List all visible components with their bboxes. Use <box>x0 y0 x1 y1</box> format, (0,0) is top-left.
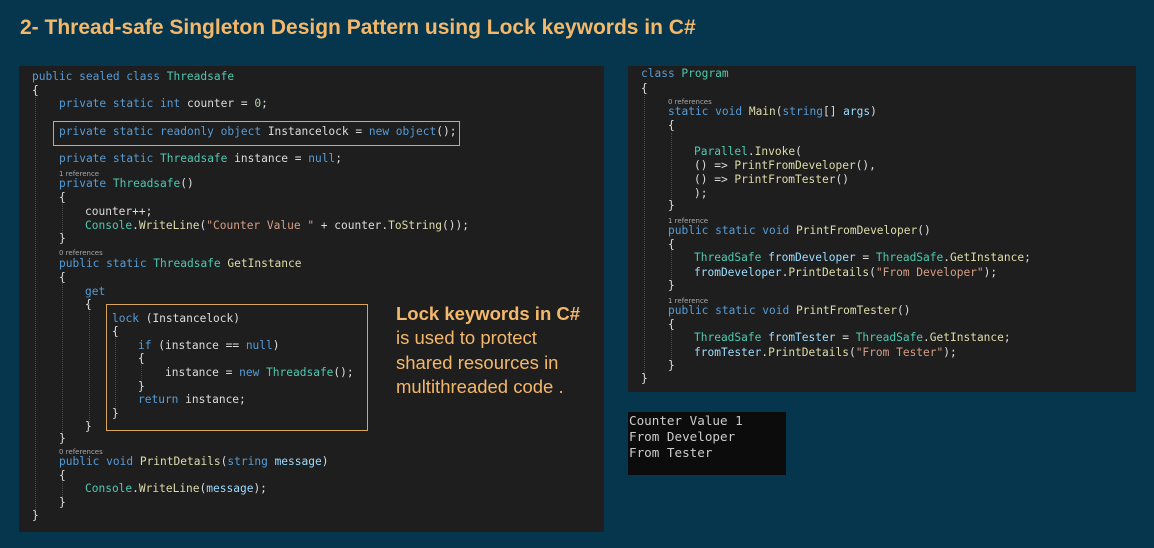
code-line: } <box>112 407 119 420</box>
code-line: () => PrintFromTester() <box>694 173 849 186</box>
code-line: public void PrintDetails(string message) <box>59 455 329 468</box>
code-line: { <box>112 325 119 338</box>
code-line: { <box>668 238 675 251</box>
code-line: public static void PrintFromTester() <box>668 304 911 317</box>
code-line: public sealed class Threadsafe <box>32 70 235 83</box>
indent-guide <box>671 133 672 207</box>
code-line: fromDeveloper.PrintDetails("From Develop… <box>694 266 998 279</box>
code-line: { <box>59 191 66 204</box>
code-line: } <box>85 420 92 433</box>
code-line: { <box>59 469 66 482</box>
code-line: public static Threadsafe GetInstance <box>59 257 302 270</box>
code-line: static void Main(string[] args) <box>668 105 877 118</box>
code-line: } <box>138 380 145 393</box>
indent-guide <box>89 304 90 426</box>
code-line: { <box>668 119 675 132</box>
callout-line: shared resources in <box>396 351 559 373</box>
code-line: Console.WriteLine(message); <box>85 482 267 495</box>
threadsafe-code: public sealed class Threadsafe { private… <box>19 66 604 532</box>
code-line: { <box>32 84 39 97</box>
code-line: { <box>668 318 675 331</box>
code-line: instance = new Threadsafe(); <box>165 366 354 379</box>
code-line: } <box>668 199 675 212</box>
console-line: From Tester <box>629 445 713 460</box>
code-line: ); <box>694 187 708 200</box>
threadsafe-class-code-panel[interactable]: public sealed class Threadsafe { private… <box>19 66 604 532</box>
code-line: { <box>138 352 145 365</box>
code-line: private static readonly object Instancel… <box>59 125 457 138</box>
code-line: private static Threadsafe instance = nul… <box>59 152 342 165</box>
code-line: { <box>59 271 66 284</box>
console-output: Counter Value 1 From Developer From Test… <box>628 412 786 475</box>
code-line: lock (Instancelock) <box>112 312 241 325</box>
code-line: } <box>59 432 66 445</box>
code-line: } <box>32 509 39 522</box>
code-line: if (instance == null) <box>138 339 280 352</box>
code-line: ThreadSafe fromDeveloper = ThreadSafe.Ge… <box>694 251 1031 264</box>
code-line: } <box>59 496 66 509</box>
indent-guide <box>35 90 36 512</box>
code-line: } <box>59 232 66 245</box>
code-line: private static int counter = 0; <box>59 97 268 110</box>
program-code: class Program { 0 references static void… <box>628 66 1136 392</box>
page-title: 2- Thread-safe Singleton Design Pattern … <box>20 16 696 39</box>
code-line: public static void PrintFromDeveloper() <box>668 224 931 237</box>
code-line: } <box>668 279 675 292</box>
code-line: () => PrintFromDeveloper(), <box>694 159 876 172</box>
lock-keyword-callout: Lock keywords in C# is used to protect s… <box>396 302 580 400</box>
code-line: ThreadSafe fromTester = ThreadSafe.GetIn… <box>694 331 1011 344</box>
console-line: From Developer <box>629 429 736 444</box>
indent-guide <box>644 90 645 380</box>
code-line: Console.WriteLine("Counter Value " + cou… <box>85 219 469 232</box>
code-line: class Program <box>641 67 729 80</box>
code-line: { <box>85 298 92 311</box>
code-line: } <box>668 359 675 372</box>
indent-guide <box>62 280 63 434</box>
console-line: Counter Value 1 <box>629 413 743 428</box>
callout-line: multithreaded code . <box>396 376 564 397</box>
callout-heading: Lock keywords in C# <box>396 303 581 324</box>
code-line: } <box>641 372 648 385</box>
code-line: get <box>85 285 106 298</box>
callout-line: is used to protect <box>396 327 537 348</box>
code-line: private Threadsafe() <box>59 177 194 190</box>
code-line: return instance; <box>138 393 246 406</box>
code-line: fromTester.PrintDetails("From Tester"); <box>694 346 957 359</box>
code-line: counter++; <box>85 205 153 218</box>
code-line: Parallel.Invoke( <box>694 145 802 158</box>
program-class-code-panel[interactable]: class Program { 0 references static void… <box>628 66 1136 392</box>
code-line: { <box>641 82 648 95</box>
